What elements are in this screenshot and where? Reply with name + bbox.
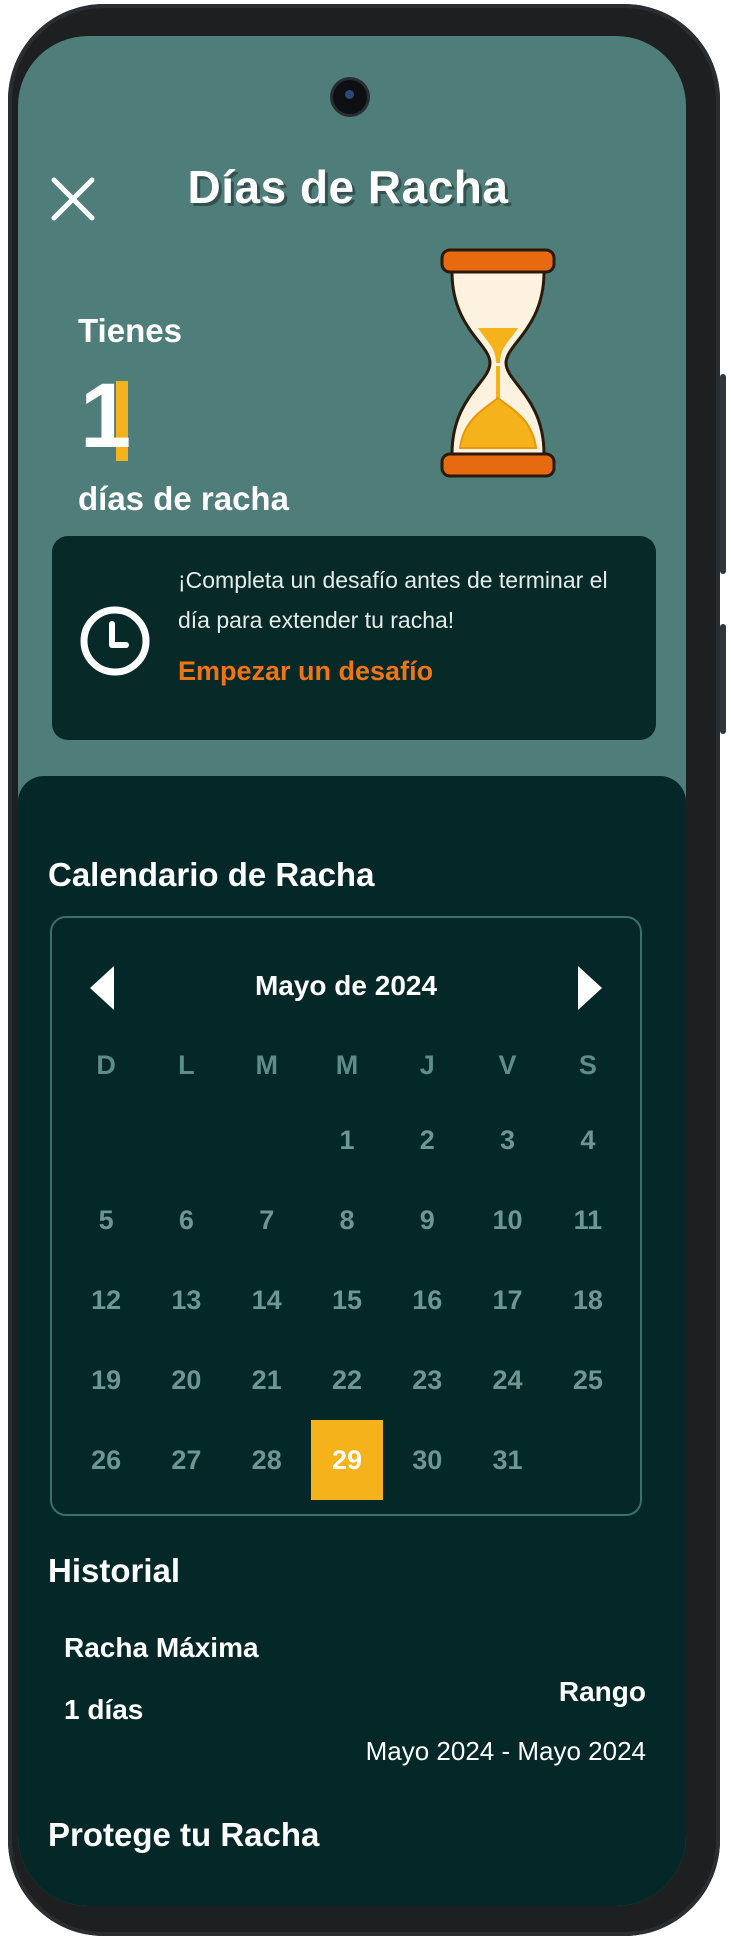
range-value: Mayo 2024 - Mayo 2024 xyxy=(365,1736,646,1766)
protect-title: Protege tu Racha xyxy=(48,1816,320,1853)
calendar-day[interactable]: 24 xyxy=(467,1340,547,1420)
calendar-day[interactable]: 5 xyxy=(66,1180,146,1260)
calendar-day[interactable]: 28 xyxy=(227,1420,307,1500)
calendar-day[interactable]: 31 xyxy=(467,1420,547,1500)
weekday-label: S xyxy=(578,1050,597,1080)
front-camera xyxy=(333,80,367,114)
weekday-label: L xyxy=(178,1050,195,1080)
clock-icon xyxy=(80,606,150,676)
weekday-label: J xyxy=(419,1050,435,1080)
calendar-day[interactable]: 26 xyxy=(66,1420,146,1500)
info-card: ¡Completa un desafío antes de terminar e… xyxy=(52,536,656,740)
calendar-day[interactable]: 10 xyxy=(467,1180,547,1260)
calendar-day[interactable]: 11 xyxy=(548,1180,628,1260)
calendar-day[interactable]: 14 xyxy=(227,1260,307,1340)
calendar-day-today[interactable]: 29 xyxy=(310,1420,384,1500)
power-button xyxy=(720,624,726,734)
volume-button xyxy=(720,374,726,574)
max-streak-value: 1 días xyxy=(64,1694,144,1725)
calendar-day[interactable]: 12 xyxy=(66,1260,146,1340)
calendar-day[interactable]: 22 xyxy=(307,1340,387,1420)
calendar-day[interactable]: 27 xyxy=(146,1420,226,1500)
calendar-day[interactable]: 30 xyxy=(387,1420,467,1500)
calendar-day[interactable]: 19 xyxy=(66,1340,146,1420)
weekday-label: M xyxy=(255,1050,278,1080)
calendar-day[interactable]: 7 xyxy=(227,1180,307,1260)
app-screen: Días de Racha Tienes 1 días de racha ¡Co… xyxy=(18,36,686,1906)
calendar-day[interactable]: 25 xyxy=(548,1340,628,1420)
calendar-day[interactable]: 2 xyxy=(387,1100,467,1180)
range-label: Rango xyxy=(558,1676,646,1707)
calendar-day[interactable]: 23 xyxy=(387,1340,467,1420)
calendar-day[interactable]: 13 xyxy=(146,1260,226,1340)
calendar-title: Calendario de Racha xyxy=(48,856,375,893)
info-message: ¡Completa un desafío antes de terminar e… xyxy=(178,567,608,633)
weekday-label: V xyxy=(498,1050,517,1080)
close-icon[interactable] xyxy=(48,174,98,224)
calendar-empty-cell xyxy=(548,1420,628,1500)
calendar-day[interactable]: 4 xyxy=(548,1100,628,1180)
calendar-month-label: Mayo de 2024 xyxy=(254,970,438,1001)
calendar-day[interactable]: 21 xyxy=(227,1340,307,1420)
streak-prefix: Tienes xyxy=(78,312,182,349)
page-title: Días de Racha xyxy=(187,161,509,213)
calendar-empty-cell xyxy=(146,1100,226,1180)
calendar-grid: D L M M J V S 1 2 3 4 5 6 7 8 9 10 11 12 13 14 15 16 17 18 19 20 21… xyxy=(66,1030,628,1500)
calendar-empty-cell xyxy=(227,1100,307,1180)
calendar-day[interactable]: 17 xyxy=(467,1260,547,1340)
calendar-day[interactable]: 1 xyxy=(307,1100,387,1180)
max-streak-label: Racha Máxima xyxy=(64,1632,259,1663)
calendar-day[interactable]: 18 xyxy=(548,1260,628,1340)
streak-count: 1 xyxy=(80,365,132,467)
calendar-day[interactable]: 6 xyxy=(146,1180,226,1260)
calendar-day[interactable]: 9 xyxy=(387,1180,467,1260)
start-challenge-link[interactable]: Empezar un desafío xyxy=(178,656,433,687)
weekday-label: M xyxy=(335,1050,359,1080)
weekday-label: D xyxy=(96,1050,116,1080)
calendar-day[interactable]: 16 xyxy=(387,1260,467,1340)
calendar: Mayo de 2024 D L M M J V S 1 2 3 4 5 6 7 8 9 10 11 12 13 14 1… xyxy=(50,916,642,1516)
next-month-icon[interactable] xyxy=(578,966,602,1010)
calendar-day[interactable]: 15 xyxy=(307,1260,387,1340)
history-title: Historial xyxy=(48,1552,181,1589)
phone-frame: Días de Racha Tienes 1 días de racha ¡Co… xyxy=(8,4,726,1936)
streak-suffix: días de racha xyxy=(78,480,289,517)
calendar-day[interactable]: 8 xyxy=(307,1180,387,1260)
calendar-day[interactable]: 3 xyxy=(467,1100,547,1180)
hourglass-icon xyxy=(440,248,556,478)
calendar-day[interactable]: 20 xyxy=(146,1340,226,1420)
calendar-empty-cell xyxy=(66,1100,146,1180)
